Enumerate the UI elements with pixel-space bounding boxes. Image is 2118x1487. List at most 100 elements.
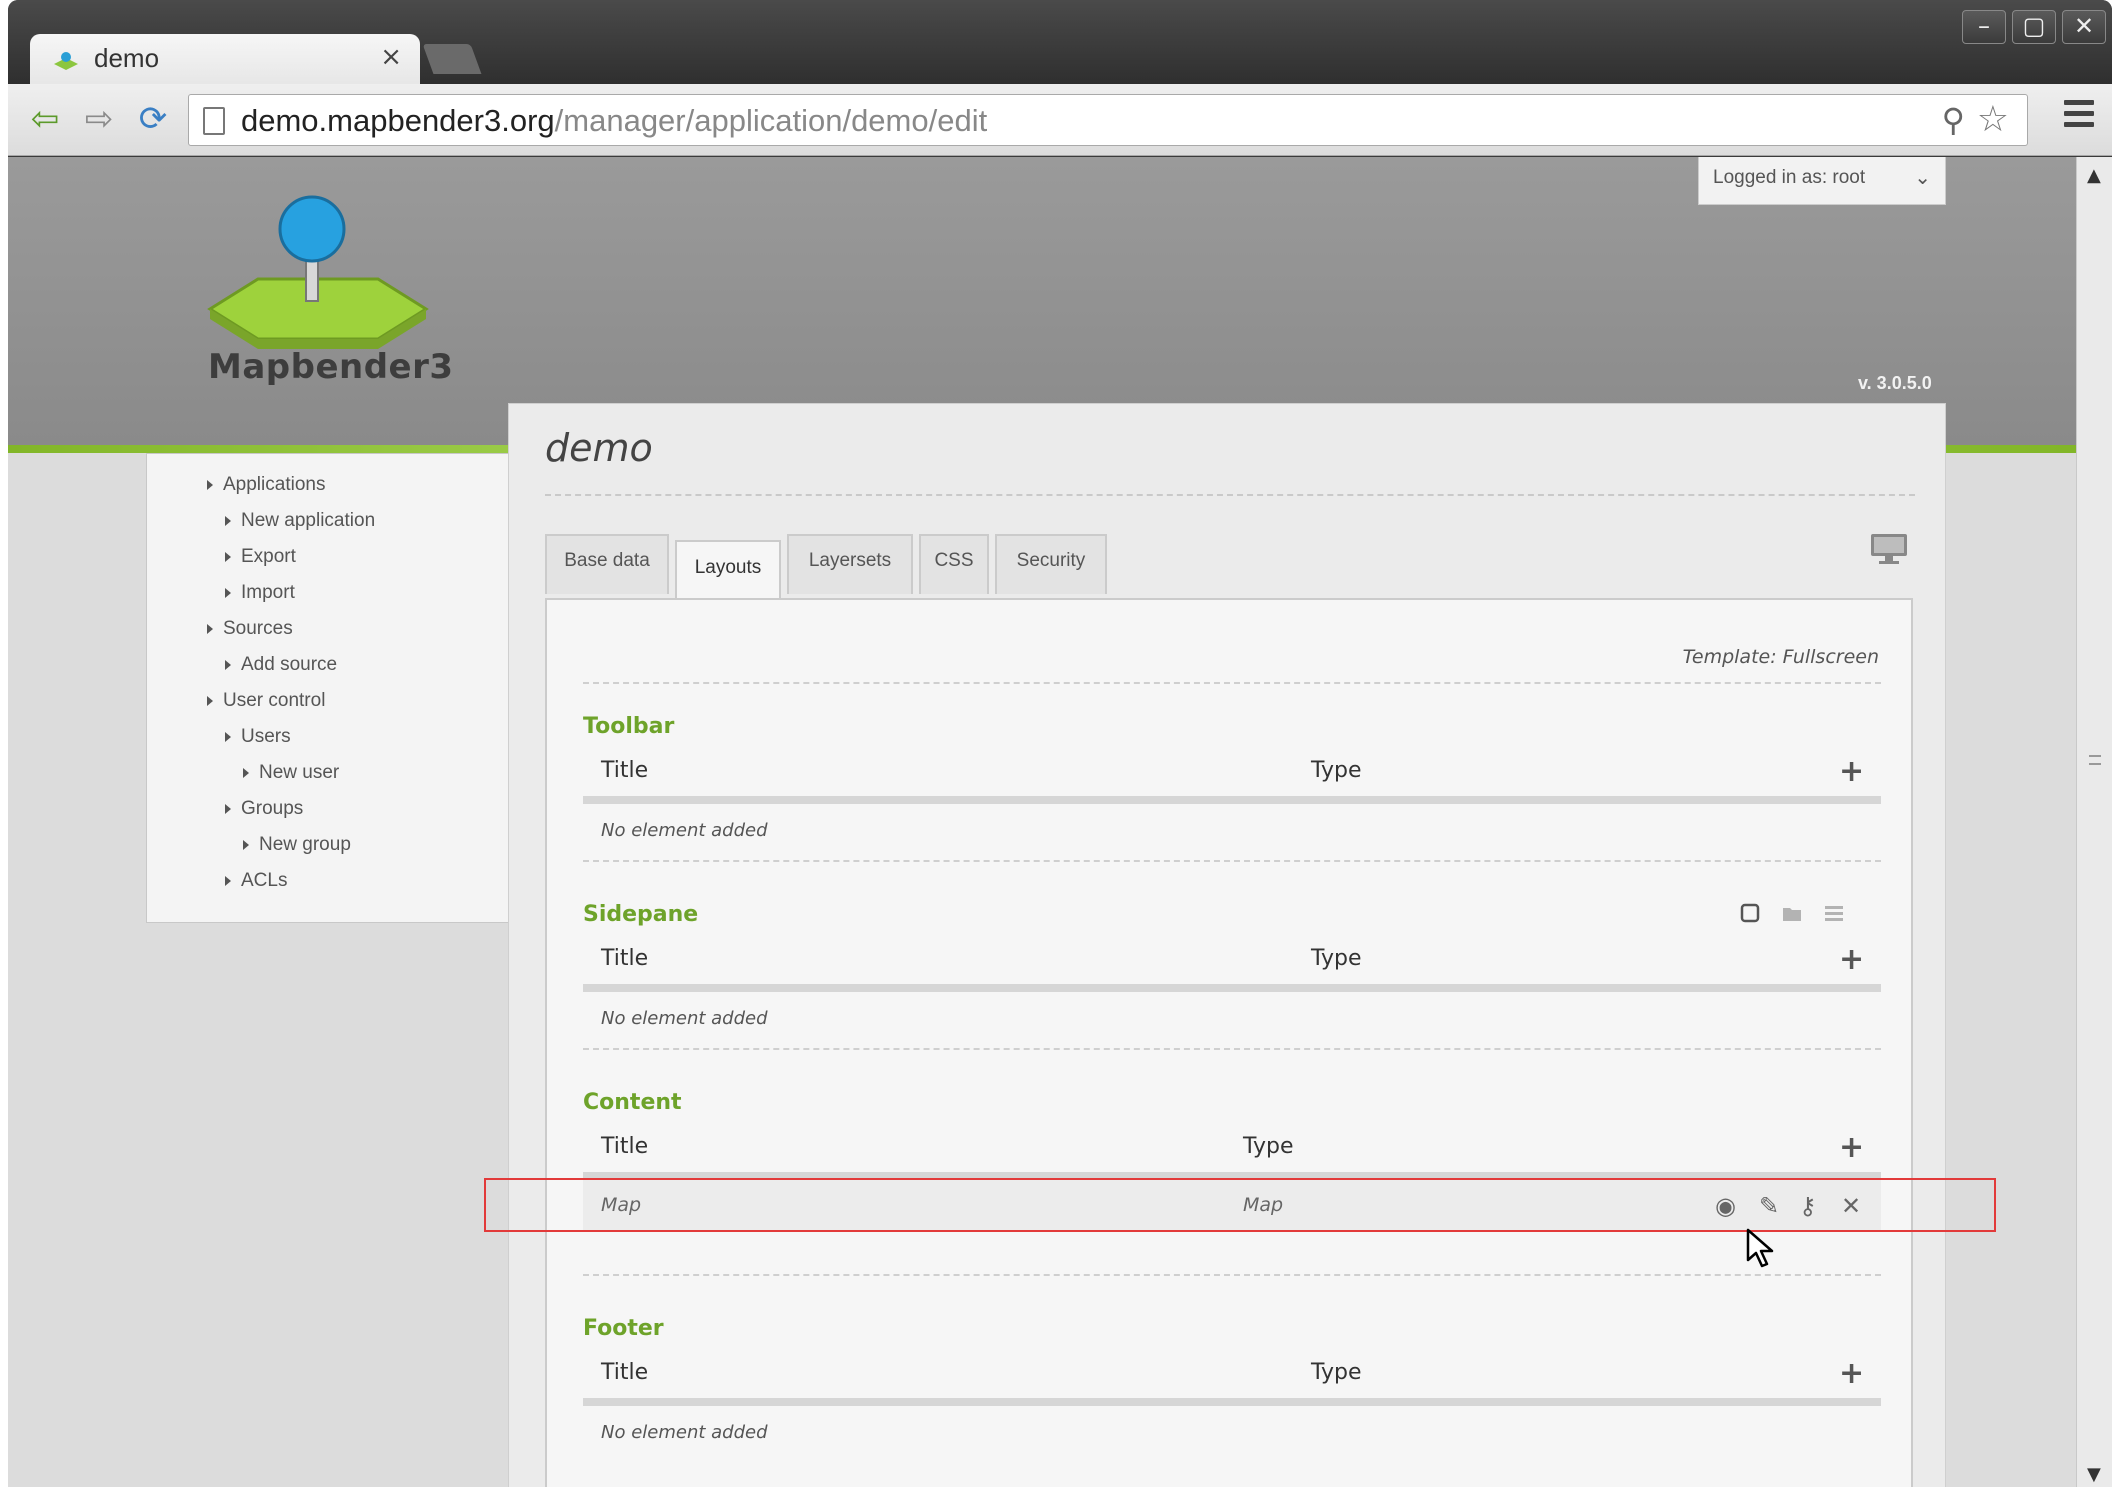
table-header-bar bbox=[583, 1172, 1881, 1180]
divider bbox=[545, 494, 1915, 496]
back-arrow-icon[interactable]: ⇦ bbox=[24, 98, 66, 140]
sidebar-item-label: Groups bbox=[241, 798, 304, 819]
sidebar-item-new-user[interactable]: New user bbox=[243, 762, 339, 784]
section-title-content: Content bbox=[583, 1090, 682, 1115]
column-type: Type bbox=[1311, 1360, 1362, 1385]
sidebar-item-label: Sources bbox=[223, 618, 293, 639]
delete-icon[interactable]: ✕ bbox=[1841, 1192, 1861, 1220]
reload-icon[interactable]: ⟳ bbox=[132, 98, 174, 140]
user-menu-label: Logged in as: root bbox=[1713, 167, 1866, 188]
maximize-button[interactable]: ▢ bbox=[2012, 10, 2056, 44]
vertical-scrollbar[interactable]: ▲ ▼ bbox=[2076, 157, 2112, 1487]
tab-layersets[interactable]: Layersets bbox=[787, 534, 913, 594]
layouts-panel: Template: Fullscreen Toolbar Title Type … bbox=[545, 598, 1913, 1487]
section-title-sidepane: Sidepane bbox=[583, 902, 699, 927]
column-type: Type bbox=[1311, 946, 1362, 971]
sidebar-item-new-group[interactable]: New group bbox=[243, 834, 351, 856]
main-content: demo Base data Layouts Layersets CSS Sec… bbox=[508, 403, 1946, 1487]
empty-message: No element added bbox=[601, 1422, 768, 1443]
tab-layouts[interactable]: Layouts bbox=[675, 540, 781, 602]
sidebar-item-add-source[interactable]: Add source bbox=[225, 654, 337, 676]
scroll-down-arrow-icon[interactable]: ▼ bbox=[2087, 1464, 2101, 1485]
url-path: /manager/application/demo/edit bbox=[554, 103, 988, 138]
forward-arrow-icon[interactable]: ⇨ bbox=[78, 98, 120, 140]
add-element-sidepane-button[interactable]: + bbox=[1839, 942, 1864, 977]
column-title: Title bbox=[601, 1360, 649, 1385]
column-type: Type bbox=[1243, 1134, 1294, 1159]
tab-security[interactable]: Security bbox=[995, 534, 1107, 594]
template-label: Template: Fullscreen bbox=[1682, 646, 1879, 668]
page-icon bbox=[203, 107, 225, 135]
element-title: Map bbox=[601, 1194, 642, 1216]
triangle-right-icon bbox=[207, 479, 213, 490]
sidebar-item-import[interactable]: Import bbox=[225, 582, 295, 604]
eye-icon[interactable]: ◉ bbox=[1715, 1192, 1736, 1220]
tab-title: demo bbox=[94, 43, 160, 73]
search-icon[interactable]: ⚲ bbox=[1942, 101, 1965, 139]
chevron-down-icon: ⌄ bbox=[1914, 167, 1931, 189]
monitor-icon[interactable] bbox=[1869, 532, 1909, 566]
sidepane-type-options bbox=[1739, 902, 1849, 926]
new-tab-button[interactable] bbox=[422, 44, 482, 74]
sidebar-item-label: New user bbox=[259, 762, 340, 783]
sidebar-item-label: New group bbox=[259, 834, 351, 855]
folder-icon[interactable] bbox=[1781, 902, 1803, 924]
sidebar-item-groups[interactable]: Groups bbox=[225, 798, 303, 820]
divider bbox=[583, 1048, 1881, 1050]
pencil-icon[interactable]: ✎ bbox=[1759, 1192, 1779, 1220]
mapbender-favicon-icon bbox=[54, 52, 78, 70]
divider bbox=[583, 682, 1881, 684]
browser-menu-icon[interactable] bbox=[2064, 100, 2094, 133]
add-element-footer-button[interactable]: + bbox=[1839, 1356, 1864, 1391]
square-icon[interactable] bbox=[1739, 902, 1761, 924]
mouse-cursor-icon bbox=[1746, 1228, 1774, 1268]
empty-message: No element added bbox=[601, 820, 768, 841]
triangle-right-icon bbox=[243, 767, 249, 778]
minimize-button[interactable]: – bbox=[1962, 10, 2006, 44]
version-label: v. 3.0.5.0 bbox=[1858, 373, 1932, 393]
sidebar-item-label: Export bbox=[241, 546, 296, 567]
triangle-right-icon bbox=[225, 551, 231, 562]
list-icon[interactable] bbox=[1823, 902, 1845, 924]
triangle-right-icon bbox=[243, 839, 249, 850]
triangle-right-icon bbox=[225, 803, 231, 814]
triangle-right-icon bbox=[225, 515, 231, 526]
add-element-content-button[interactable]: + bbox=[1839, 1130, 1864, 1165]
admin-sidebar: Applications New application Export Impo… bbox=[146, 453, 514, 923]
browser-toolbar: ⇦ ⇨ ⟳ demo.mapbender3.org/manager/applic… bbox=[8, 84, 2112, 156]
address-bar[interactable]: demo.mapbender3.org/manager/application/… bbox=[188, 94, 2028, 146]
key-icon[interactable]: ⚷ bbox=[1799, 1192, 1817, 1220]
sidebar-item-user-control[interactable]: User control bbox=[207, 690, 325, 712]
tab-css[interactable]: CSS bbox=[919, 534, 989, 594]
url-text[interactable]: demo.mapbender3.org/manager/application/… bbox=[241, 103, 987, 139]
element-type: Map bbox=[1243, 1194, 1284, 1216]
triangle-right-icon bbox=[225, 659, 231, 670]
tab-base-data[interactable]: Base data bbox=[545, 534, 669, 594]
sidebar-item-sources[interactable]: Sources bbox=[207, 618, 293, 640]
sidebar-item-applications[interactable]: Applications bbox=[207, 474, 325, 496]
sidebar-item-new-application[interactable]: New application bbox=[225, 510, 375, 532]
logo-text: Mapbender3 bbox=[208, 347, 454, 387]
sidebar-item-label: Users bbox=[241, 726, 291, 747]
tab-close-icon[interactable]: × bbox=[380, 42, 402, 72]
scroll-grip[interactable] bbox=[2089, 755, 2101, 765]
table-row[interactable]: Map Map ◉ ✎ ⚷ ✕ bbox=[583, 1180, 1881, 1232]
close-window-button[interactable]: ✕ bbox=[2062, 10, 2106, 44]
sidebar-item-users[interactable]: Users bbox=[225, 726, 291, 748]
triangle-right-icon bbox=[225, 875, 231, 886]
sidebar-item-acls[interactable]: ACLs bbox=[225, 870, 287, 892]
browser-tab-demo[interactable]: demo × bbox=[30, 34, 420, 86]
triangle-right-icon bbox=[225, 731, 231, 742]
web-page: Mapbender3 Logged in as: root ⌄ v. 3.0.5… bbox=[8, 157, 2076, 1487]
user-menu[interactable]: Logged in as: root ⌄ bbox=[1698, 157, 1946, 205]
add-element-toolbar-button[interactable]: + bbox=[1839, 754, 1864, 789]
sidebar-item-label: New application bbox=[241, 510, 376, 531]
tab-strip: demo × – ▢ ✕ bbox=[8, 0, 2112, 86]
browser-window: demo × – ▢ ✕ ⇦ ⇨ ⟳ demo.mapbender3.org/m… bbox=[8, 0, 2112, 1487]
table-header-bar bbox=[583, 796, 1881, 804]
sidebar-item-export[interactable]: Export bbox=[225, 546, 296, 568]
scroll-up-arrow-icon[interactable]: ▲ bbox=[2087, 165, 2101, 186]
sidebar-item-label: Add source bbox=[241, 654, 338, 675]
bookmark-star-icon[interactable]: ☆ bbox=[1977, 99, 2009, 140]
triangle-right-icon bbox=[225, 587, 231, 598]
